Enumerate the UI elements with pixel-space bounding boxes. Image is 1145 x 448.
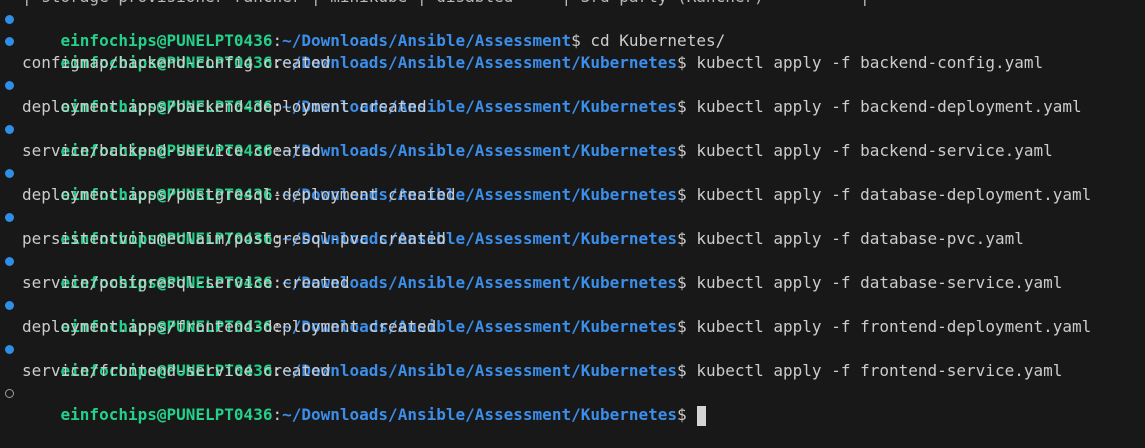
command-output: deployment.apps/backend-deployment creat… xyxy=(22,97,427,116)
prompt-line: einfochips@PUNELPT0436:~/Downloads/Ansib… xyxy=(0,74,1145,116)
prompt-line: einfochips@PUNELPT0436:~/Downloads/Ansib… xyxy=(0,294,1145,336)
command-success-dot-icon[interactable] xyxy=(5,37,14,46)
command-success-dot-icon[interactable] xyxy=(5,81,14,90)
command-success-dot-icon[interactable] xyxy=(5,301,14,310)
command-success-dot-icon[interactable] xyxy=(5,125,14,134)
partial-table-line: | storage-provisioner-rancher | minikube… xyxy=(0,0,1145,8)
command-output: configmap/backend-config created xyxy=(22,53,331,72)
prompt-line: einfochips@PUNELPT0436:~/Downloads/Ansib… xyxy=(0,206,1145,248)
command-output: service/backend-service created xyxy=(22,141,321,160)
command-success-dot-icon[interactable] xyxy=(5,257,14,266)
prompt-line: einfochips@PUNELPT0436:~/Downloads/Ansib… xyxy=(0,338,1145,380)
prompt-line: einfochips@PUNELPT0436:~/Downloads/Ansib… xyxy=(0,118,1145,160)
current-path: ~/Downloads/Ansible/Assessment/Kubernete… xyxy=(282,405,678,424)
terminal-output[interactable]: | storage-provisioner-rancher | minikube… xyxy=(0,0,1145,426)
user-host: einfochips@PUNELPT0436 xyxy=(60,405,273,424)
prompt-line: einfochips@PUNELPT0436:~/Downloads/Ansib… xyxy=(0,162,1145,204)
command-output: deployment.apps/postgresql-deployment cr… xyxy=(22,185,456,204)
text-cursor[interactable] xyxy=(697,405,707,426)
command-success-dot-icon[interactable] xyxy=(5,15,14,24)
active-prompt-line[interactable]: einfochips@PUNELPT0436:~/Downloads/Ansib… xyxy=(0,382,1145,426)
command-output: service/postgresql-service created xyxy=(22,273,350,292)
prompt-separator: : xyxy=(272,405,283,424)
command-output: service/frontend-service created xyxy=(22,361,331,380)
prompt-line: einfochips@PUNELPT0436:~/Downloads/Ansib… xyxy=(0,30,1145,72)
prompt-line: einfochips@PUNELPT0436:~/Downloads/Ansib… xyxy=(0,250,1145,292)
command-pending-dot-icon xyxy=(5,389,14,398)
prompt-symbol: $ xyxy=(677,405,687,424)
command-success-dot-icon[interactable] xyxy=(5,345,14,354)
command-output: deployment.apps/frontend-deployment crea… xyxy=(22,317,437,336)
prompt-line: einfochips@PUNELPT0436:~/Downloads/Ansib… xyxy=(0,8,1145,50)
command-success-dot-icon[interactable] xyxy=(5,213,14,222)
command-success-dot-icon[interactable] xyxy=(5,169,14,178)
command-output: persistentvolumeclaim/postgresql-pvc cre… xyxy=(22,229,446,248)
